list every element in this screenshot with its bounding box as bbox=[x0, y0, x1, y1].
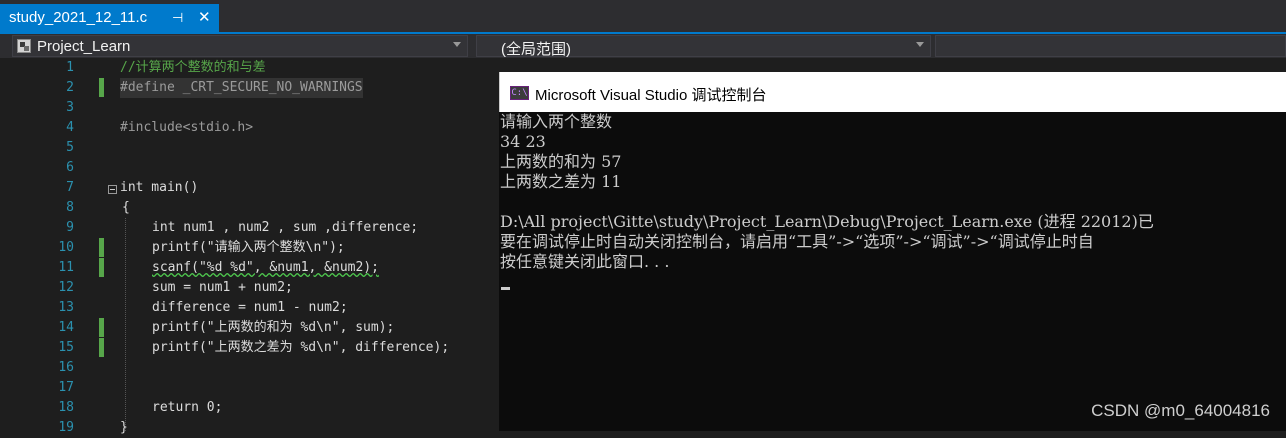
change-marker bbox=[99, 318, 104, 337]
document-tab-study[interactable]: study_2021_12_11.c ⊣ ✕ bbox=[0, 4, 219, 32]
console-cursor bbox=[501, 287, 510, 290]
code-line: #define _CRT_SECURE_NO_WARNINGS bbox=[120, 78, 363, 98]
document-tab-strip: study_2021_12_11.c ⊣ ✕ bbox=[0, 0, 1286, 34]
project-dropdown-label: Project_Learn bbox=[37, 38, 131, 55]
editor-margin bbox=[0, 58, 32, 431]
console-output[interactable]: 请输入两个整数 34 23 上两数的和为 57 上两数之差为 11 D:\All… bbox=[499, 112, 1286, 431]
line-number: 10 bbox=[58, 240, 74, 255]
console-app-icon: C:\ bbox=[510, 86, 529, 100]
code-line: printf("上两数的和为 %d\n", sum); bbox=[152, 320, 395, 335]
code-line: #include<stdio.h> bbox=[120, 120, 254, 135]
debug-console-window[interactable]: C:\ Microsoft Visual Studio 调试控制台 请输入两个整… bbox=[499, 72, 1286, 431]
change-marker bbox=[99, 78, 104, 97]
watermark: CSDN @m0_64004816 bbox=[1091, 401, 1270, 420]
line-number: 1 bbox=[66, 60, 74, 75]
line-number: 19 bbox=[58, 420, 74, 435]
line-number: 6 bbox=[66, 160, 74, 175]
line-number: 16 bbox=[58, 360, 74, 375]
tab-title: study_2021_12_11.c bbox=[9, 9, 148, 26]
console-line: 请输入两个整数 bbox=[500, 112, 613, 131]
code-line: int num1 , num2 , sum ,difference; bbox=[152, 220, 419, 235]
code-line: printf("请输入两个整数\n"); bbox=[152, 240, 345, 255]
chevron-down-icon bbox=[453, 42, 461, 47]
line-number: 11 bbox=[58, 260, 74, 275]
code-line: } bbox=[120, 420, 128, 435]
console-line: 按任意键关闭此窗口. . . bbox=[500, 252, 670, 271]
change-marker bbox=[99, 338, 104, 357]
line-number: 13 bbox=[58, 300, 74, 315]
change-marker bbox=[99, 258, 104, 277]
console-line: D:\All project\Gitte\study\Project_Learn… bbox=[500, 212, 1154, 231]
line-number: 8 bbox=[66, 200, 74, 215]
console-title-bar[interactable]: C:\ Microsoft Visual Studio 调试控制台 bbox=[499, 72, 1286, 112]
line-number: 12 bbox=[58, 280, 74, 295]
code-line: return 0; bbox=[152, 400, 223, 415]
line-number: 2 bbox=[66, 80, 74, 95]
project-icon bbox=[17, 39, 31, 53]
close-icon[interactable]: ✕ bbox=[198, 8, 211, 26]
code-line: printf("上两数之差为 %d\n", difference); bbox=[152, 340, 450, 355]
console-line: 34 23 bbox=[500, 132, 546, 151]
code-editor[interactable]: 1 2 3 4 5 6 7 8 9 10 11 12 13 14 15 16 1… bbox=[0, 58, 500, 435]
line-number: 3 bbox=[66, 100, 74, 115]
code-line: difference = num1 - num2; bbox=[152, 300, 348, 315]
line-number: 9 bbox=[66, 220, 74, 235]
chevron-down-icon bbox=[916, 42, 924, 47]
code-line: { bbox=[122, 200, 130, 215]
member-dropdown[interactable] bbox=[935, 35, 1286, 57]
code-line: sum = num1 + num2; bbox=[152, 280, 293, 295]
console-line: 要在调试停止时自动关闭控制台，请启用“工具”->“选项”->“调试”->“调试停… bbox=[500, 232, 1094, 251]
collapse-icon[interactable] bbox=[108, 185, 117, 194]
line-number: 15 bbox=[58, 340, 74, 355]
console-line: 上两数之差为 11 bbox=[500, 172, 622, 191]
navigation-bar: Project_Learn (全局范围) bbox=[0, 34, 1286, 58]
scope-dropdown-label: (全局范围) bbox=[501, 41, 571, 58]
code-line: int main() bbox=[120, 180, 199, 195]
console-line: 上两数的和为 57 bbox=[500, 152, 622, 171]
pin-icon[interactable]: ⊣ bbox=[172, 10, 183, 26]
line-number: 7 bbox=[66, 180, 74, 195]
project-dropdown[interactable]: Project_Learn bbox=[12, 35, 468, 57]
code-line: //计算两个整数的和与差 bbox=[120, 60, 266, 75]
scope-dropdown[interactable]: (全局范围) bbox=[476, 35, 931, 58]
line-number: 5 bbox=[66, 140, 74, 155]
indent-guide bbox=[125, 218, 126, 431]
change-marker bbox=[99, 238, 104, 257]
line-number: 18 bbox=[58, 400, 74, 415]
console-title: Microsoft Visual Studio 调试控制台 bbox=[535, 87, 767, 104]
line-number: 17 bbox=[58, 380, 74, 395]
line-number: 14 bbox=[58, 320, 74, 335]
line-number: 4 bbox=[66, 120, 74, 135]
code-line: scanf("%d %d", &num1, &num2); bbox=[152, 260, 379, 275]
